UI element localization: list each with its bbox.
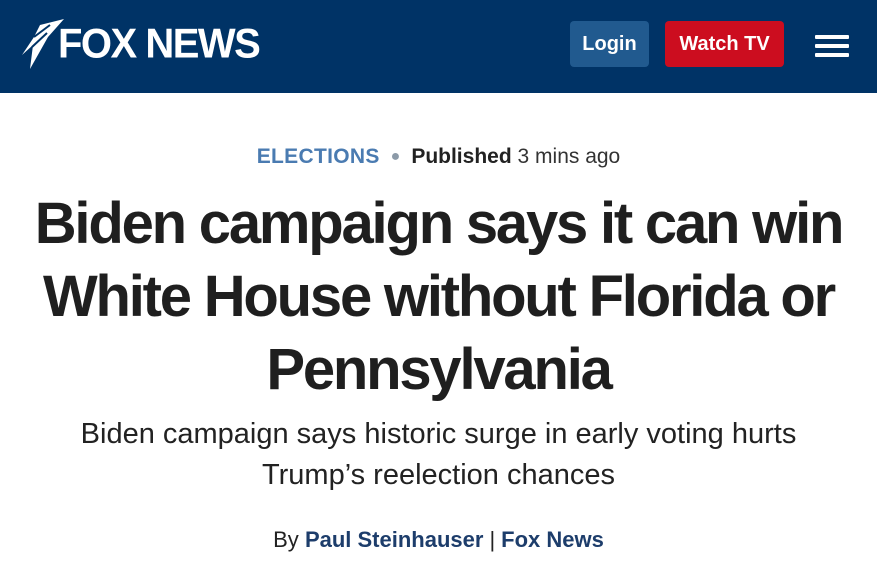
article-headline: Biden campaign says it can win White Hou… <box>30 187 847 406</box>
watch-tv-button[interactable]: Watch TV <box>665 21 784 67</box>
subhead-line: Trump’s reelection chances <box>262 459 615 491</box>
login-button[interactable]: Login <box>570 21 649 67</box>
byline-prefix: By <box>273 527 299 552</box>
article-subheadline: Biden campaign says historic surge in ea… <box>30 414 847 496</box>
fox-news-logo[interactable]: FOX NEWS <box>20 18 261 70</box>
published-time: 3 mins ago <box>517 145 621 168</box>
headline-line: Pennsylvania <box>266 337 613 402</box>
headline-line: Biden campaign says it can win <box>34 191 845 256</box>
byline: By Paul Steinhauser | Fox News <box>0 524 877 556</box>
logo-text: FOX NEWS <box>58 20 261 67</box>
separator-dot: ● <box>390 148 401 165</box>
source-link[interactable]: Fox News <box>501 527 604 552</box>
site-header: FOX NEWS Login Watch TV <box>0 0 877 93</box>
author-link[interactable]: Paul Steinhauser <box>305 527 484 552</box>
category-link[interactable]: ELECTIONS <box>257 145 380 168</box>
hamburger-menu-icon[interactable] <box>815 35 849 57</box>
byline-separator: | <box>489 527 496 552</box>
article-meta: ELECTIONS ● Published 3 mins ago <box>0 141 877 173</box>
headline-line: White House without Florida or <box>42 264 836 329</box>
published-label: Published <box>411 145 512 168</box>
subhead-line: Biden campaign says historic surge in ea… <box>80 418 797 450</box>
